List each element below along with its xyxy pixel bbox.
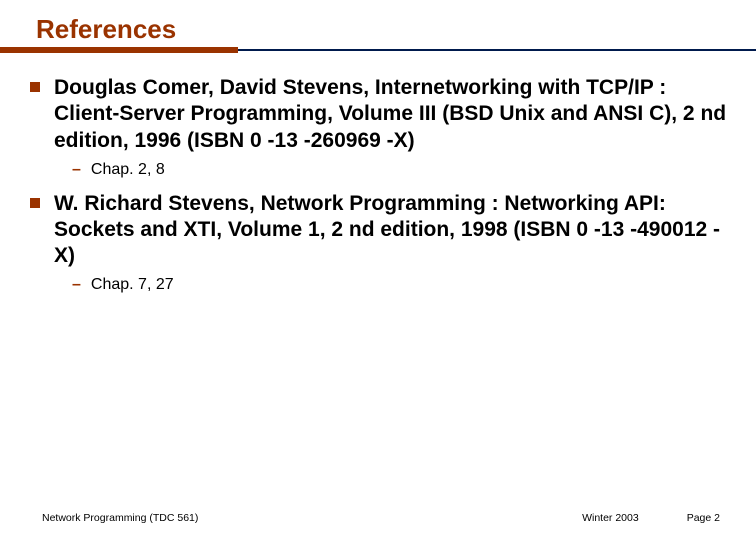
reference-text: Douglas Comer, David Stevens, Internetwo…	[54, 75, 728, 154]
rule-thick	[0, 47, 238, 53]
footer-term: Winter 2003	[582, 512, 639, 524]
reference-item: W. Richard Stevens, Network Programming …	[30, 191, 728, 270]
reference-text: W. Richard Stevens, Network Programming …	[54, 191, 728, 270]
reference-subtext: Chap. 2, 8	[91, 160, 165, 181]
dash-bullet-icon: –	[72, 160, 81, 181]
content-area: Douglas Comer, David Stevens, Internetwo…	[28, 75, 728, 296]
footer-page: Page 2	[687, 512, 720, 524]
slide: References Douglas Comer, David Stevens,…	[0, 0, 756, 540]
dash-bullet-icon: –	[72, 275, 81, 296]
reference-subitem: – Chap. 7, 27	[72, 275, 728, 296]
title-rule	[28, 49, 728, 59]
slide-footer: Network Programming (TDC 561) Winter 200…	[0, 512, 756, 524]
slide-title: References	[28, 14, 728, 47]
reference-item: Douglas Comer, David Stevens, Internetwo…	[30, 75, 728, 154]
footer-left: Network Programming (TDC 561)	[42, 512, 198, 524]
reference-subitem: – Chap. 2, 8	[72, 160, 728, 181]
square-bullet-icon	[30, 82, 40, 92]
footer-right-group: Winter 2003 Page 2	[582, 512, 720, 524]
reference-subtext: Chap. 7, 27	[91, 275, 174, 296]
square-bullet-icon	[30, 198, 40, 208]
